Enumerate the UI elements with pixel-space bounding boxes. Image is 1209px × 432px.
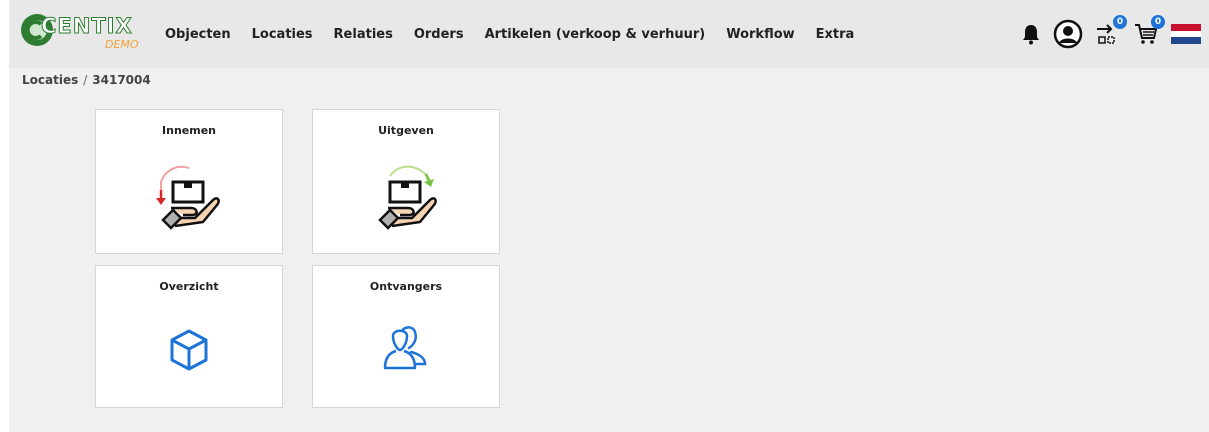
nav-item-relaties[interactable]: Relaties bbox=[334, 27, 393, 42]
transfer-count-badge: 0 bbox=[1113, 15, 1127, 29]
nav-item-objecten[interactable]: Objecten bbox=[165, 27, 231, 42]
netherlands-flag-icon[interactable] bbox=[1171, 24, 1201, 48]
app-frame: CENTIX DEMO Objecten Locaties Relaties O… bbox=[9, 0, 1209, 432]
tile-title: Overzicht bbox=[159, 280, 219, 293]
breadcrumb-separator: / bbox=[83, 73, 88, 87]
brand-edition: DEMO bbox=[105, 38, 139, 51]
header-icons: 0 0 bbox=[1021, 15, 1201, 54]
users-icon bbox=[383, 326, 427, 370]
cube-icon bbox=[170, 329, 208, 371]
nav-item-extra[interactable]: Extra bbox=[816, 27, 855, 42]
user-avatar-icon[interactable] bbox=[1053, 19, 1083, 53]
nav-item-artikelen[interactable]: Artikelen (verkoop & verhuur) bbox=[485, 27, 706, 42]
tile-ontvangers[interactable]: Ontvangers bbox=[312, 265, 500, 408]
breadcrumb: Locaties / 3417004 bbox=[22, 73, 151, 87]
hand-box-issue-icon bbox=[378, 165, 437, 230]
bell-icon[interactable] bbox=[1021, 23, 1041, 49]
centix-logo[interactable]: CENTIX DEMO bbox=[19, 8, 149, 58]
cart-icon[interactable]: 0 bbox=[1133, 15, 1165, 51]
nav-item-orders[interactable]: Orders bbox=[414, 27, 464, 42]
main-nav: Objecten Locaties Relaties Orders Artike… bbox=[165, 0, 875, 68]
nav-item-locaties[interactable]: Locaties bbox=[252, 27, 313, 42]
tile-overzicht[interactable]: Overzicht bbox=[95, 265, 283, 408]
tile-title: Uitgeven bbox=[378, 124, 434, 137]
tile-uitgeven[interactable]: Uitgeven bbox=[312, 109, 500, 254]
nav-item-workflow[interactable]: Workflow bbox=[726, 27, 794, 42]
breadcrumb-parent-link[interactable]: Locaties bbox=[22, 73, 78, 87]
tile-title: Ontvangers bbox=[369, 280, 443, 293]
hand-box-receive-icon bbox=[156, 165, 220, 230]
tile-innemen[interactable]: Innemen bbox=[95, 109, 283, 254]
breadcrumb-current: 3417004 bbox=[92, 73, 151, 87]
brand-name: CENTIX bbox=[41, 14, 133, 39]
transfer-icon[interactable]: 0 bbox=[1095, 15, 1127, 51]
top-navigation-bar: CENTIX DEMO Objecten Locaties Relaties O… bbox=[9, 0, 1209, 68]
cart-count-badge: 0 bbox=[1151, 15, 1165, 29]
tile-title: Innemen bbox=[162, 124, 216, 137]
